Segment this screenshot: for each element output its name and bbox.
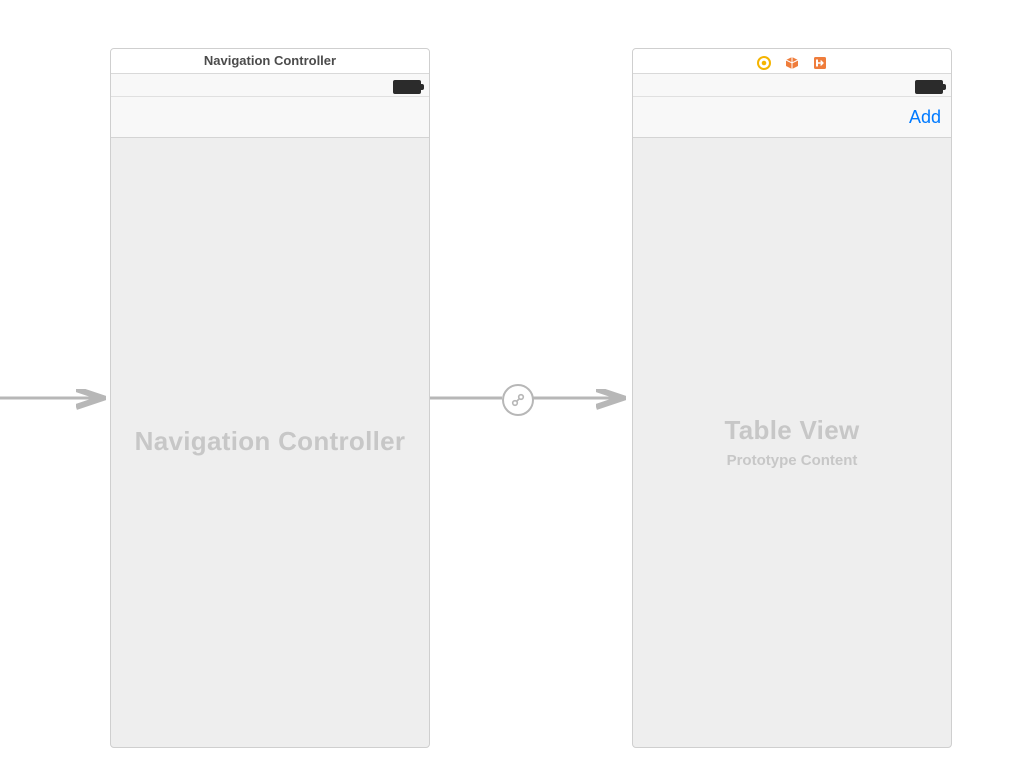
status-bar [111,74,429,97]
scene-title: Navigation Controller [204,53,336,68]
battery-icon [393,80,421,94]
first-responder-icon[interactable] [785,54,799,68]
table-view-scene[interactable]: Add Table View Prototype Content [632,48,952,748]
segue-arrow-in [532,380,642,420]
scene-selection-bar [633,49,951,74]
navigation-bar [111,97,429,138]
segue-arrow-out [430,380,510,420]
relationship-segue-icon[interactable] [502,384,534,416]
navigation-controller-scene[interactable]: Navigation Controller Navigation Control… [110,48,430,748]
status-bar [633,74,951,97]
identity-icon[interactable] [757,54,771,68]
initial-arrow [0,380,110,420]
scene-placeholder: Table View Prototype Content [633,136,951,747]
placeholder-label: Navigation Controller [135,426,406,457]
battery-icon [915,80,943,94]
exit-icon[interactable] [813,54,827,68]
add-button[interactable]: Add [909,97,941,137]
scene-title-bar: Navigation Controller [111,49,429,74]
scene-placeholder: Navigation Controller [111,136,429,747]
placeholder-title: Table View [725,415,860,446]
placeholder-subtitle: Prototype Content [727,452,858,469]
navigation-bar: Add [633,97,951,138]
